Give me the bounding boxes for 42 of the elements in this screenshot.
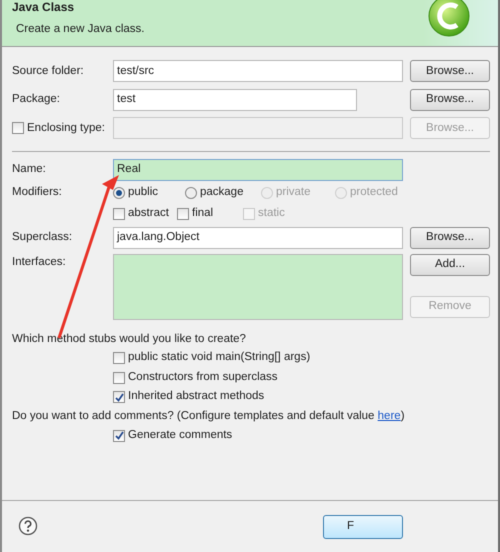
browse-button[interactable]: Browse... [410, 60, 490, 82]
option-label: abstract [128, 206, 169, 221]
option-label: Inherited abstract methods [128, 389, 264, 404]
name-field[interactable]: Real [113, 158, 403, 180]
class-icon [426, 0, 472, 38]
option-label: protected [350, 184, 398, 200]
field-label: Name: [12, 162, 47, 177]
radio-button[interactable] [113, 186, 125, 198]
text-field[interactable]: test [113, 88, 357, 111]
browse-button[interactable]: Browse... [410, 88, 490, 111]
help-icon[interactable] [18, 516, 38, 536]
finish-button[interactable]: F [323, 515, 403, 539]
dialog-title: Java Class [12, 1, 74, 14]
question-text: Which method stubs would you like to create? [12, 332, 247, 347]
text-field[interactable]: java.lang.Object [113, 226, 403, 249]
option-label: public [128, 184, 158, 200]
here-link[interactable]: here [378, 410, 401, 422]
browse-button[interactable]: Browse... [410, 226, 490, 249]
option-label: static [258, 206, 285, 221]
checkbox[interactable] [113, 208, 125, 220]
option-label: private [276, 184, 311, 200]
field-label: Superclass: [12, 230, 74, 246]
field-label: Source folder: [12, 64, 85, 79]
field-label: Modifiers: [12, 184, 63, 200]
option-label: Generate comments [128, 428, 232, 443]
add-button[interactable]: Add... [410, 254, 490, 276]
option-label: package [200, 184, 244, 200]
option-label: public static void main(String[] args) [128, 350, 310, 366]
option-label: Constructors from superclass [128, 370, 278, 385]
checkbox[interactable] [113, 391, 125, 403]
text-field[interactable]: test/src [113, 60, 403, 82]
question-text: Do you want to add comments? (Configure templates and default value here) [12, 408, 406, 424]
field-label: Interfaces: [12, 255, 67, 270]
field-label: Enclosing type: [27, 120, 105, 136]
checkbox[interactable] [113, 352, 125, 364]
dialog-subtitle: Create a new Java class. [16, 22, 144, 38]
radio-button[interactable] [185, 186, 197, 198]
option-label: final [192, 206, 214, 221]
checkbox[interactable] [113, 372, 125, 384]
checkbox[interactable] [113, 430, 125, 442]
field-label: Package: [12, 92, 61, 108]
checkbox[interactable] [177, 208, 189, 220]
